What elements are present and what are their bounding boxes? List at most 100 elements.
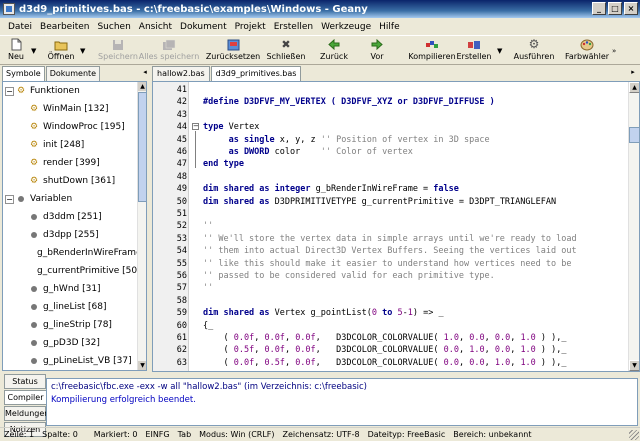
- sidebar-scroll-thumb[interactable]: [138, 92, 146, 202]
- tree-item[interactable]: g_hWnd [31]: [3, 280, 138, 298]
- code-line[interactable]: '' them into actual Direct3D Vertex Buff…: [203, 245, 577, 257]
- tree-item[interactable]: d3dpp [255]: [3, 226, 138, 244]
- new-dropdown-icon[interactable]: ▼: [31, 47, 36, 55]
- editor-scroll-down-icon[interactable]: ▼: [629, 360, 639, 371]
- code-line[interactable]: ( 0.0f, 0.5f, 0.0f, D3DCOLOR_COLORVALUE(…: [203, 357, 566, 369]
- tree-group[interactable]: − Variablen: [3, 190, 138, 208]
- back-button[interactable]: Zurück: [318, 38, 350, 64]
- sidebar-tabs: Symbole Dokumente: [2, 66, 101, 81]
- code-line[interactable]: '': [203, 282, 213, 294]
- tree-group[interactable]: − ⚙ Funktionen: [3, 82, 138, 100]
- tree-item[interactable]: ⚙ WindowProc [195]: [3, 118, 138, 136]
- fold-toggle-icon[interactable]: −: [192, 123, 199, 131]
- build-dropdown-icon[interactable]: ▼: [497, 47, 502, 55]
- tree-item[interactable]: g_bRenderInWireFrame: [3, 244, 138, 262]
- tree-item-label: g_pLineList_VB [37]: [43, 356, 132, 366]
- code-line[interactable]: dim shared as Vertex g_pointList(0 to 5-…: [203, 307, 444, 319]
- compiler-command-line[interactable]: c:\freebasic\fbc.exe -exx -w all "hallow…: [51, 381, 633, 394]
- tab-dokumente[interactable]: Dokumente: [45, 66, 101, 81]
- code-token: '' passed to be considered valid for eac…: [203, 271, 495, 281]
- revert-button[interactable]: Zurücksetzen: [206, 38, 260, 64]
- menu-suchen[interactable]: Suchen: [93, 22, 134, 32]
- code-token: end type: [203, 159, 244, 170]
- tab-compiler[interactable]: Compiler: [4, 390, 46, 405]
- close-x-icon: ✖: [281, 38, 291, 51]
- menu-bearbeiten[interactable]: Bearbeiten: [36, 22, 93, 32]
- open-dropdown-icon[interactable]: ▼: [80, 47, 85, 55]
- code-editor[interactable]: 41 42 43 44 45 46 47 48 49 50 51 52 53 54 55 56 57 58 59 60…: [152, 81, 640, 372]
- open-button[interactable]: Öffnen: [46, 38, 76, 64]
- code-line[interactable]: end type: [203, 158, 244, 170]
- close-file-button[interactable]: ✖ Schließen: [264, 38, 308, 64]
- compiler-output[interactable]: c:\freebasic\fbc.exe -exx -w all "hallow…: [46, 378, 638, 426]
- close-window-button[interactable]: ×: [624, 2, 638, 15]
- code-token: ) ),_: [535, 345, 567, 356]
- code-line[interactable]: '' passed to be considered valid for eac…: [203, 270, 495, 282]
- tab-status[interactable]: Status: [4, 374, 46, 389]
- tree-item[interactable]: d3ddm [251]: [3, 208, 138, 226]
- scroll-down-icon[interactable]: ▼: [138, 361, 146, 370]
- toolbar: Neu ▼ Öffnen ▼ Speichern Alles speichern…: [0, 35, 640, 65]
- collapse-icon[interactable]: −: [5, 86, 14, 96]
- code-line[interactable]: dim shared as D3DPRIMITIVETYPE g_current…: [203, 196, 556, 208]
- code-line[interactable]: as single x, y, z '' Position of vertex …: [203, 134, 490, 146]
- tree-item[interactable]: ⚙ render [399]: [3, 154, 138, 172]
- tree-item[interactable]: g_pLineList_VB [37]: [3, 352, 138, 370]
- tree-item[interactable]: g_currentPrimitive [50]: [3, 262, 138, 280]
- execute-button[interactable]: ⚙ Ausführen: [514, 38, 555, 64]
- code-line[interactable]: ( 0.0f, 0.0f, 0.0f, D3DCOLOR_COLORVALUE(…: [203, 332, 566, 344]
- line-number: 58: [176, 295, 187, 306]
- tree-item[interactable]: g_pD3D [32]: [3, 334, 138, 352]
- tree-item[interactable]: g_lineStrip [78]: [3, 316, 138, 334]
- compiler-result-line[interactable]: Kompilierung erfolgreich beendet.: [51, 394, 633, 407]
- tab-d3d9-primitives[interactable]: d3d9_primitives.bas: [210, 66, 302, 81]
- tree-item[interactable]: g_lineList [68]: [3, 298, 138, 316]
- menu-datei[interactable]: Datei: [4, 22, 36, 32]
- code-line[interactable]: #define D3DFVF_MY_VERTEX ( D3DFVF_XYZ or…: [203, 96, 495, 108]
- tree-item[interactable]: ⚙ init [248]: [3, 136, 138, 154]
- build-button[interactable]: Erstellen: [456, 38, 492, 64]
- menu-werkzeuge[interactable]: Werkzeuge: [317, 22, 375, 32]
- minimize-button[interactable]: _: [592, 2, 606, 15]
- code-line[interactable]: '' like this should make it easier to un…: [203, 258, 571, 270]
- function-icon: ⚙: [29, 158, 39, 168]
- code-line[interactable]: dim shared as integer g_bRenderInWireFra…: [203, 183, 459, 195]
- new-button[interactable]: Neu: [4, 38, 28, 64]
- menu-erstellen[interactable]: Erstellen: [270, 22, 317, 32]
- code-text[interactable]: #define D3DFVF_MY_VERTEX ( D3DFVF_XYZ or…: [203, 82, 627, 371]
- resize-grip-icon[interactable]: [629, 430, 639, 440]
- compile-button[interactable]: Kompilieren: [408, 38, 456, 64]
- code-line[interactable]: type Vertex: [203, 121, 259, 133]
- save-all-button[interactable]: Alles speichern: [139, 38, 199, 64]
- forward-button[interactable]: Vor: [364, 38, 390, 64]
- scroll-up-icon[interactable]: ▲: [138, 82, 146, 91]
- back-label: Zurück: [320, 52, 348, 61]
- tab-meldungen[interactable]: Meldungen: [4, 406, 49, 421]
- color-picker-button[interactable]: Farbwähler: [565, 38, 609, 64]
- code-line[interactable]: '' We'll store the vertex data in simple…: [203, 233, 577, 245]
- toolbar-overflow-icon[interactable]: »: [612, 47, 616, 55]
- editor-scroll-up-icon[interactable]: ▲: [629, 82, 639, 93]
- tab-nav-left-icon[interactable]: ◂: [140, 66, 150, 79]
- editor-scroll-thumb[interactable]: [629, 127, 639, 143]
- tab-symbole[interactable]: Symbole: [2, 66, 45, 81]
- collapse-icon[interactable]: −: [5, 194, 14, 204]
- revert-icon: [226, 38, 240, 51]
- tab-hallow2[interactable]: hallow2.bas: [152, 66, 210, 81]
- code-line[interactable]: {_: [203, 320, 213, 332]
- maximize-button[interactable]: □: [608, 2, 622, 15]
- tree-item[interactable]: ⚙ WinMain [132]: [3, 100, 138, 118]
- tab-nav-right-icon[interactable]: ▸: [628, 66, 638, 79]
- save-button[interactable]: Speichern: [98, 38, 138, 64]
- code-line[interactable]: as DWORD color '' Color of vertex: [203, 146, 413, 158]
- sidebar-scrollbar[interactable]: ▲ ▼: [137, 82, 146, 370]
- code-line[interactable]: '': [203, 220, 213, 232]
- tree-item[interactable]: ⚙ shutDown [361]: [3, 172, 138, 190]
- menu-dokument[interactable]: Dokument: [176, 22, 231, 32]
- menu-projekt[interactable]: Projekt: [231, 22, 270, 32]
- menu-hilfe[interactable]: Hilfe: [375, 22, 403, 32]
- tree-item-label: d3ddm [251]: [43, 212, 102, 222]
- editor-scrollbar[interactable]: ▲ ▼: [628, 82, 639, 371]
- code-line[interactable]: ( 0.5f, 0.0f, 0.0f, D3DCOLOR_COLORVALUE(…: [203, 344, 567, 356]
- menu-ansicht[interactable]: Ansicht: [135, 22, 176, 32]
